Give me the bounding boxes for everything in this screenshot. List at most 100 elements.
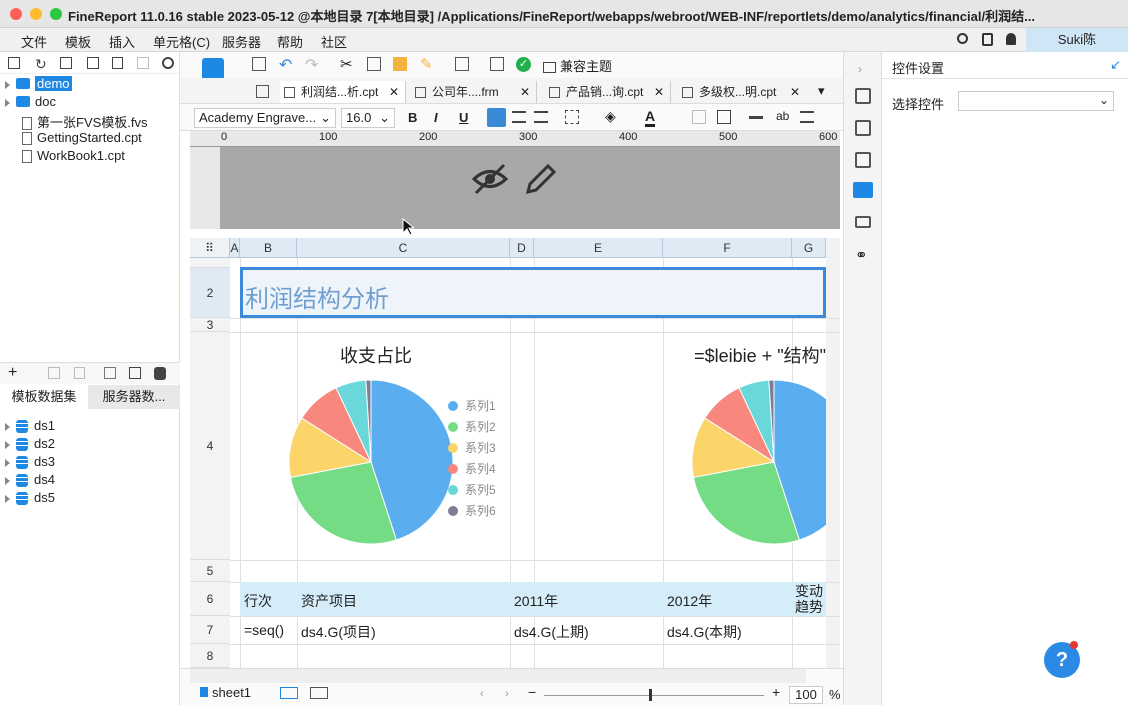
- tab-multi-level[interactable]: 多级权...明.cpt ✕: [678, 81, 806, 103]
- refresh-icon[interactable]: ↻: [35, 56, 47, 73]
- tree-item-doc[interactable]: doc: [5, 94, 56, 112]
- tree-item-demo[interactable]: demo: [5, 76, 72, 94]
- row-header[interactable]: 5: [190, 560, 230, 582]
- row-header[interactable]: [190, 258, 230, 268]
- charts-layer[interactable]: 收支占比 系列1 系列2 系列3 系列4 系列5 系列6 =$leibie + "结构": [240, 332, 826, 560]
- theme-button[interactable]: 兼容主题: [543, 56, 612, 75]
- check-icon[interactable]: ✓: [516, 57, 531, 72]
- sheet-tab[interactable]: sheet1: [200, 685, 251, 700]
- cell-element-icon[interactable]: [855, 216, 871, 228]
- undo-icon[interactable]: ↶: [279, 55, 292, 75]
- menu-server[interactable]: 服务器: [222, 32, 261, 51]
- align-center-icon[interactable]: [512, 111, 526, 123]
- header-cell[interactable]: 2011年: [514, 591, 558, 611]
- zoom-window-button[interactable]: [50, 8, 62, 20]
- bold-icon[interactable]: B: [408, 110, 417, 125]
- add-dataset-icon[interactable]: +: [8, 364, 17, 382]
- column-header[interactable]: B: [240, 238, 297, 258]
- prev-sheet-icon[interactable]: ‹: [480, 688, 484, 700]
- font-size-select[interactable]: 16.0 ⌄: [341, 108, 395, 128]
- float-element-icon[interactable]: [855, 152, 871, 168]
- underline-icon[interactable]: U: [459, 110, 468, 125]
- design-check-icon[interactable]: [490, 57, 504, 71]
- select-widget-dropdown[interactable]: ⌄: [958, 91, 1114, 111]
- row-header[interactable]: 2: [190, 268, 230, 318]
- hide-eye-icon[interactable]: [471, 163, 509, 195]
- save-icon[interactable]: [252, 57, 266, 71]
- column-header[interactable]: D: [510, 238, 534, 258]
- target-icon[interactable]: [162, 57, 174, 69]
- vertical-scrollbar[interactable]: [826, 238, 840, 668]
- dataset-item[interactable]: ds1: [5, 418, 55, 436]
- menu-cell[interactable]: 单元格(C): [153, 32, 210, 51]
- user-account[interactable]: Suki陈: [1026, 28, 1128, 52]
- menu-insert[interactable]: 插入: [109, 32, 135, 51]
- expand-arrow-icon[interactable]: [5, 458, 10, 467]
- close-tab-icon[interactable]: ✕: [654, 81, 664, 103]
- menu-help[interactable]: 帮助: [277, 32, 303, 51]
- close-window-button[interactable]: [10, 8, 22, 20]
- copy-icon[interactable]: [137, 57, 149, 69]
- database-icon[interactable]: [154, 367, 166, 380]
- locate-icon[interactable]: [60, 57, 72, 69]
- tab-profit-structure[interactable]: 利润结...析.cpt ✕: [280, 81, 406, 103]
- expand-arrow-icon[interactable]: [5, 494, 10, 503]
- dataset-item[interactable]: ds4: [5, 472, 55, 490]
- text-icon[interactable]: ab: [776, 109, 789, 123]
- formula-cell[interactable]: ds4.G(本期): [667, 622, 742, 642]
- pie-chart-2[interactable]: [691, 379, 826, 545]
- expand-arrow-icon[interactable]: [5, 476, 10, 485]
- close-tab-icon[interactable]: ✕: [389, 81, 399, 103]
- dataset-item[interactable]: ds2: [5, 436, 55, 454]
- copy-cell-icon[interactable]: [367, 57, 381, 71]
- dataset-settings-icon[interactable]: [129, 367, 141, 379]
- zoom-slider[interactable]: [544, 695, 764, 696]
- zoom-out-icon[interactable]: −: [528, 684, 536, 700]
- redo-icon[interactable]: ↷: [305, 55, 318, 75]
- pie-chart-1[interactable]: [288, 379, 454, 545]
- new-file-icon[interactable]: [8, 57, 20, 69]
- tab-company-year[interactable]: 公司年....frm ✕: [411, 81, 537, 103]
- zoom-in-icon[interactable]: +: [772, 684, 780, 700]
- edit-icon[interactable]: [48, 367, 60, 379]
- tree-item-fvs[interactable]: 第一张FVS模板.fvs: [22, 112, 148, 131]
- dataset-item[interactable]: ds3: [5, 454, 55, 472]
- grid-icon[interactable]: [256, 85, 269, 98]
- add-sheet-icon[interactable]: [280, 687, 298, 699]
- expand-panel-icon[interactable]: ›: [858, 62, 862, 76]
- delete-icon[interactable]: [112, 57, 123, 69]
- column-header[interactable]: G: [792, 238, 826, 258]
- menu-template[interactable]: 模板: [65, 32, 91, 51]
- minimize-window-button[interactable]: [30, 8, 42, 20]
- pencil-icon[interactable]: [525, 163, 557, 195]
- next-sheet-icon[interactable]: ›: [505, 688, 509, 700]
- settings-icon[interactable]: [87, 57, 99, 69]
- search-icon[interactable]: [957, 33, 968, 44]
- menu-file[interactable]: 文件: [21, 32, 47, 51]
- notes-icon[interactable]: [982, 33, 993, 46]
- row-header[interactable]: 7: [190, 616, 230, 644]
- font-color-icon[interactable]: A: [645, 108, 656, 127]
- title-cell-selected[interactable]: 利润结构分析: [240, 267, 826, 318]
- border-icon[interactable]: [565, 110, 579, 124]
- row-header[interactable]: 3: [190, 318, 230, 332]
- expand-arrow-icon[interactable]: [5, 440, 10, 449]
- tree-item-gettingstarted[interactable]: GettingStarted.cpt: [22, 130, 142, 148]
- add-poly-sheet-icon[interactable]: [310, 687, 328, 699]
- cut-icon[interactable]: ✂: [340, 55, 353, 73]
- column-header[interactable]: C: [297, 238, 510, 258]
- expand-arrow-icon[interactable]: [5, 80, 10, 89]
- row-header[interactable]: 8: [190, 644, 230, 668]
- merge-icon[interactable]: [692, 110, 706, 124]
- format-painter-icon[interactable]: ✎: [420, 55, 433, 73]
- header-cell[interactable]: 变动趋势: [795, 583, 825, 615]
- zoom-input[interactable]: 100: [789, 686, 823, 704]
- tab-menu-icon[interactable]: ▾: [818, 83, 825, 99]
- preview-icon[interactable]: [104, 367, 116, 379]
- formula-cell[interactable]: ds4.G(上期): [514, 622, 589, 642]
- dataset-item[interactable]: ds5: [5, 490, 55, 508]
- close-tab-icon[interactable]: ✕: [790, 81, 800, 103]
- zoom-slider-handle[interactable]: [649, 689, 652, 701]
- row-header[interactable]: 6: [190, 582, 230, 616]
- corner-cell[interactable]: ⠿: [190, 238, 230, 258]
